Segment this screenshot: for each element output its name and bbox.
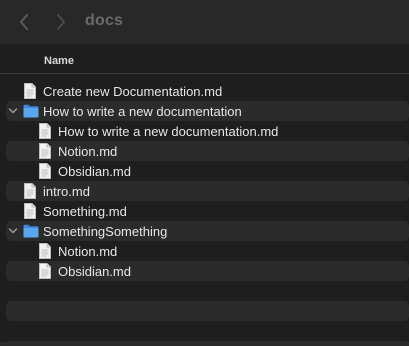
- empty-row: [0, 301, 409, 321]
- document-icon: [24, 203, 36, 219]
- file-row[interactable]: How to write a new documentation.md: [0, 121, 409, 141]
- document-icon: [39, 123, 51, 139]
- folder-row[interactable]: SomethingSomething: [0, 221, 409, 241]
- row-label: Obsidian.md: [58, 164, 131, 179]
- chevron-down-icon[interactable]: [8, 107, 18, 115]
- bottom-edge: [0, 342, 409, 346]
- empty-row: [0, 281, 409, 301]
- file-row[interactable]: Create new Documentation.md: [0, 81, 409, 101]
- file-row[interactable]: Notion.md: [0, 241, 409, 261]
- document-icon: [24, 183, 36, 199]
- document-icon: [39, 243, 51, 259]
- folder-row[interactable]: How to write a new documentation: [0, 101, 409, 121]
- folder-icon: [23, 224, 39, 238]
- finder-window: docs Name Create new Documentation.md How…: [0, 0, 409, 346]
- row-label: Notion.md: [58, 144, 118, 159]
- document-icon: [39, 263, 51, 279]
- forward-button[interactable]: [51, 12, 71, 32]
- chevron-left-icon: [20, 14, 28, 30]
- document-icon: [24, 83, 36, 99]
- row-label: Obsidian.md: [58, 264, 131, 279]
- back-button[interactable]: [14, 12, 34, 32]
- window-title: docs: [85, 12, 124, 29]
- file-list: Create new Documentation.md How to write …: [0, 81, 409, 346]
- row-label: How to write a new documentation: [43, 104, 242, 119]
- document-icon: [39, 143, 51, 159]
- row-label: Create new Documentation.md: [43, 84, 223, 99]
- folder-icon: [23, 104, 39, 118]
- file-row[interactable]: Obsidian.md: [0, 161, 409, 181]
- column-header-bar: Name: [0, 44, 409, 74]
- name-column-header[interactable]: Name: [44, 55, 74, 67]
- row-label: intro.md: [43, 184, 90, 199]
- row-label: Something.md: [43, 204, 127, 219]
- chevron-right-icon: [57, 14, 65, 30]
- document-icon: [39, 163, 51, 179]
- toolbar: docs: [0, 0, 409, 44]
- chevron-down-icon[interactable]: [8, 227, 18, 235]
- file-row[interactable]: intro.md: [0, 181, 409, 201]
- row-label: How to write a new documentation.md: [58, 124, 279, 139]
- empty-row: [0, 321, 409, 341]
- row-label: Notion.md: [58, 244, 118, 259]
- file-row[interactable]: Something.md: [0, 201, 409, 221]
- row-label: SomethingSomething: [43, 224, 168, 239]
- file-row[interactable]: Obsidian.md: [0, 261, 409, 281]
- file-row[interactable]: Notion.md: [0, 141, 409, 161]
